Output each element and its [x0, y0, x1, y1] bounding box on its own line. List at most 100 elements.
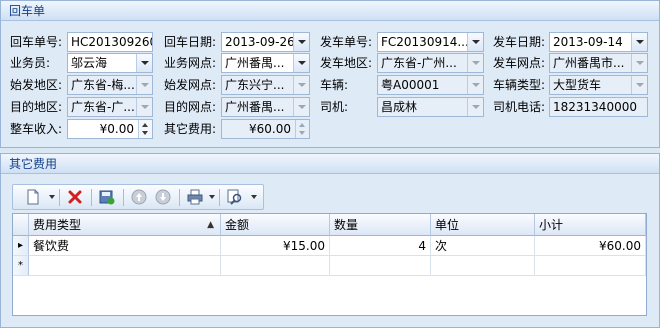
- return-no-value: HC2013092600: [71, 35, 152, 49]
- dest-region-select: 广东省-广...: [67, 97, 153, 117]
- salesman-select[interactable]: 邬云海: [67, 53, 153, 73]
- driver-select: 昌成林: [377, 97, 484, 117]
- other-fees-stepper: ¥60.00: [221, 119, 310, 139]
- return-no-label: 回车单号:: [10, 35, 63, 49]
- driver-phone-field: 18231340000: [549, 97, 648, 117]
- table-cell-subtotal[interactable]: ¥60.00: [535, 236, 646, 256]
- new-row-cell[interactable]: [29, 256, 221, 276]
- column-header-qty[interactable]: 数量: [330, 214, 431, 236]
- origin-outlet-select: 广东兴宁...: [221, 75, 310, 95]
- table-cell-unit[interactable]: 次: [431, 236, 535, 256]
- return-date-value: 2013-09-26: [225, 35, 295, 49]
- chevron-down-icon: [136, 76, 152, 94]
- dispatch-date-value: 2013-09-14: [553, 35, 623, 49]
- dispatch-region-label: 发车地区:: [320, 56, 373, 70]
- dispatch-no-field[interactable]: FC20130914...: [377, 32, 484, 52]
- origin-outlet-label: 始发网点:: [164, 78, 217, 92]
- chevron-down-icon: [136, 98, 152, 116]
- chevron-down-icon[interactable]: [467, 33, 483, 51]
- dest-region-label: 目的地区:: [10, 100, 63, 114]
- print-icon[interactable]: [185, 188, 205, 206]
- driver-label: 司机:: [320, 100, 349, 114]
- chevron-down-icon: [467, 76, 483, 94]
- panel-title: 回车单: [1, 1, 659, 21]
- table-cell-qty[interactable]: 4: [330, 236, 431, 256]
- column-header-fee-type[interactable]: 费用类型 ▲: [29, 214, 221, 236]
- dispatch-region-value: 广东省-广州...: [381, 56, 457, 70]
- toolbar-separator: [91, 189, 92, 206]
- vehicle-income-value: ¥0.00: [99, 122, 134, 136]
- return-date-field[interactable]: 2013-09-26: [221, 32, 310, 52]
- fees-grid: 费用类型 ▲ 金额 数量 单位 小计 ▸ 餐饮费 ¥15.00 4 次 ¥60.…: [12, 213, 647, 316]
- return-date-label: 回车日期:: [164, 35, 217, 49]
- new-row-cell[interactable]: [330, 256, 431, 276]
- business-outlet-value: 广州番禺...: [225, 56, 285, 70]
- delete-icon[interactable]: [65, 188, 85, 206]
- new-row-indicator: *: [13, 256, 29, 276]
- new-row-cell[interactable]: [431, 256, 535, 276]
- spin-buttons[interactable]: [138, 120, 152, 138]
- column-header-amount[interactable]: 金额: [221, 214, 330, 236]
- table-cell-fee-type[interactable]: 餐饮费: [29, 236, 221, 256]
- business-outlet-label: 业务网点:: [164, 56, 217, 70]
- vehicle-income-stepper[interactable]: ¥0.00: [67, 119, 153, 139]
- chevron-down-icon: [631, 76, 647, 94]
- business-outlet-select[interactable]: 广州番禺...: [221, 53, 310, 73]
- other-fees-label: 其它费用:: [164, 122, 217, 136]
- salesman-label: 业务员:: [10, 56, 51, 70]
- new-row-cell[interactable]: [221, 256, 330, 276]
- dispatch-outlet-value: 广州番禺市...: [553, 56, 625, 70]
- chevron-down-icon[interactable]: [631, 33, 647, 51]
- chevron-down-icon[interactable]: [209, 195, 215, 199]
- origin-region-value: 广东省-梅...: [71, 78, 135, 92]
- new-row-cell[interactable]: [535, 256, 646, 276]
- table-cell-amount[interactable]: ¥15.00: [221, 236, 330, 256]
- toolbar-separator: [179, 189, 180, 206]
- other-fees-value: ¥60.00: [249, 122, 291, 136]
- driver-phone-label: 司机电话:: [493, 100, 546, 114]
- vehicle-type-label: 车辆类型:: [493, 78, 546, 92]
- chevron-down-icon: [467, 98, 483, 116]
- vehicle-label: 车辆:: [320, 78, 349, 92]
- dispatch-date-label: 发车日期:: [493, 35, 546, 49]
- save-icon[interactable]: [97, 188, 117, 206]
- vehicle-value: 粤A00001: [381, 78, 440, 92]
- chevron-down-icon[interactable]: [251, 195, 257, 199]
- vehicle-income-label: 整车收入:: [10, 122, 63, 136]
- chevron-down-icon: [631, 54, 647, 72]
- search-icon[interactable]: [225, 188, 245, 206]
- column-header-unit[interactable]: 单位: [431, 214, 535, 236]
- origin-region-select: 广东省-梅...: [67, 75, 153, 95]
- dispatch-date-field[interactable]: 2013-09-14: [549, 32, 648, 52]
- chevron-down-icon: [467, 54, 483, 72]
- move-up-icon[interactable]: [129, 188, 149, 206]
- dest-outlet-value: 广州番禺...: [225, 100, 285, 114]
- toolbar-separator: [219, 189, 220, 206]
- chevron-down-icon[interactable]: [293, 54, 309, 72]
- move-down-icon[interactable]: [153, 188, 173, 206]
- origin-outlet-value: 广东兴宁...: [225, 78, 285, 92]
- dest-outlet-select: 广州番禺...: [221, 97, 310, 117]
- dispatch-no-label: 发车单号:: [320, 35, 373, 49]
- chevron-down-icon[interactable]: [293, 33, 309, 51]
- dispatch-no-value: FC20130914...: [381, 35, 469, 49]
- toolbar-separator: [123, 189, 124, 206]
- dispatch-outlet-label: 发车网点:: [493, 56, 546, 70]
- new-doc-icon[interactable]: [23, 188, 43, 206]
- chevron-down-icon: [293, 98, 309, 116]
- dest-region-value: 广东省-广...: [71, 100, 135, 114]
- return-no-field[interactable]: HC2013092600: [67, 32, 153, 52]
- chevron-down-icon[interactable]: [136, 54, 152, 72]
- panel-title: 其它费用: [1, 154, 659, 174]
- origin-region-label: 始发地区:: [10, 78, 63, 92]
- chevron-down-icon[interactable]: [49, 195, 55, 199]
- dest-outlet-label: 目的网点:: [164, 100, 217, 114]
- column-header-subtotal[interactable]: 小计: [535, 214, 646, 236]
- current-row-indicator: ▸: [13, 236, 29, 256]
- spin-down-icon[interactable]: [142, 131, 148, 135]
- sort-asc-icon: ▲: [207, 220, 214, 230]
- driver-value: 昌成林: [381, 100, 418, 114]
- chevron-down-icon: [293, 76, 309, 94]
- spin-buttons: [295, 120, 309, 138]
- spin-up-icon[interactable]: [142, 123, 148, 127]
